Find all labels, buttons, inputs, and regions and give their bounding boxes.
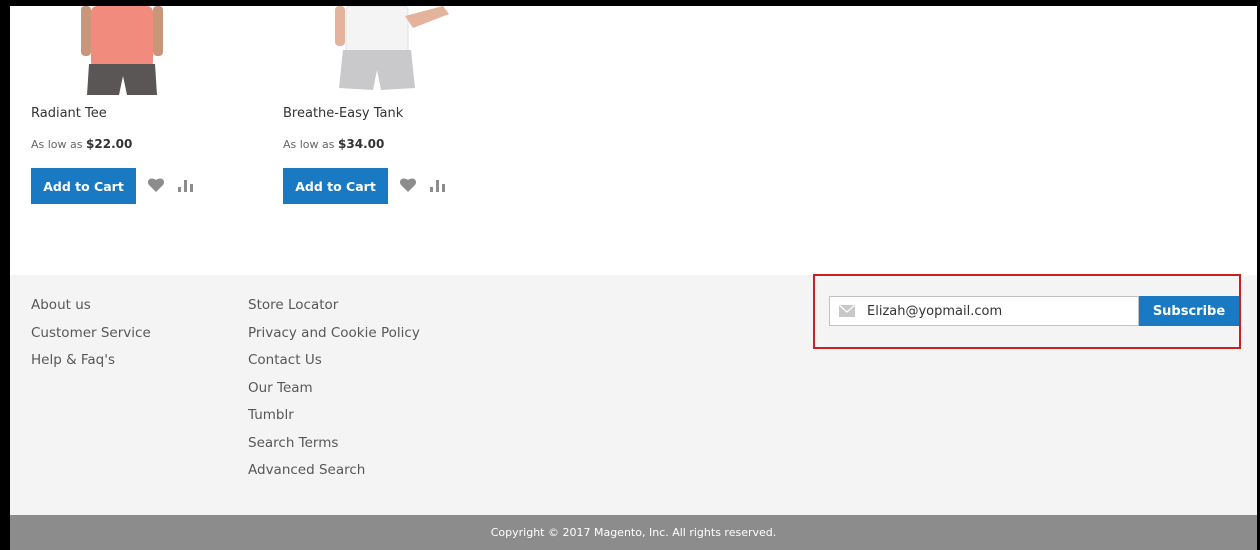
page-frame: Radiant Tee As low as $22.00 Add to Cart… [10,6,1257,550]
product-name[interactable]: Breathe-Easy Tank [283,106,403,121]
newsletter-highlight-box: Subscribe [813,274,1241,349]
bar-chart-icon[interactable] [178,178,194,192]
price-value: $34.00 [338,137,385,151]
heart-icon[interactable] [399,176,417,194]
footer-link-tumblr[interactable]: Tumblr [248,407,420,435]
footer-link-contact-us[interactable]: Contact Us [248,352,420,380]
footer-link-advanced-search[interactable]: Advanced Search [248,462,420,490]
bar-chart-icon[interactable] [430,178,446,192]
product-item: Breathe-Easy Tank As low as $34.00 Add t… [283,6,523,204]
heart-icon[interactable] [147,176,165,194]
footer-link-about-us[interactable]: About us [31,297,151,325]
copyright-text: Copyright © 2017 Magento, Inc. All right… [490,526,777,539]
product-image[interactable] [31,6,271,95]
price-prefix: As low as [283,138,335,151]
product-price: As low as $22.00 [31,137,132,151]
add-to-cart-button[interactable]: Add to Cart [31,168,136,204]
footer-links-column-2: Store Locator Privacy and Cookie Policy … [248,297,420,490]
newsletter-field[interactable] [829,296,1139,326]
product-name[interactable]: Radiant Tee [31,106,107,121]
subscribe-button[interactable]: Subscribe [1139,296,1239,326]
add-to-cart-button[interactable]: Add to Cart [283,168,388,204]
footer-link-help-faq[interactable]: Help & Faq's [31,352,151,380]
product-image[interactable] [283,6,523,95]
footer-link-store-locator[interactable]: Store Locator [248,297,420,325]
footer-links-column-1: About us Customer Service Help & Faq's [31,297,151,380]
price-prefix: As low as [31,138,83,151]
footer-link-customer-service[interactable]: Customer Service [31,325,151,353]
footer-link-our-team[interactable]: Our Team [248,380,420,408]
footer-link-search-terms[interactable]: Search Terms [248,435,420,463]
newsletter-email-input[interactable] [867,303,1127,319]
footer: About us Customer Service Help & Faq's S… [10,274,1257,515]
copyright-bar: Copyright © 2017 Magento, Inc. All right… [10,515,1257,550]
footer-link-privacy-policy[interactable]: Privacy and Cookie Policy [248,325,420,353]
product-item: Radiant Tee As low as $22.00 Add to Cart [31,6,271,204]
product-price: As low as $34.00 [283,137,384,151]
envelope-icon [839,305,855,317]
price-value: $22.00 [86,137,133,151]
